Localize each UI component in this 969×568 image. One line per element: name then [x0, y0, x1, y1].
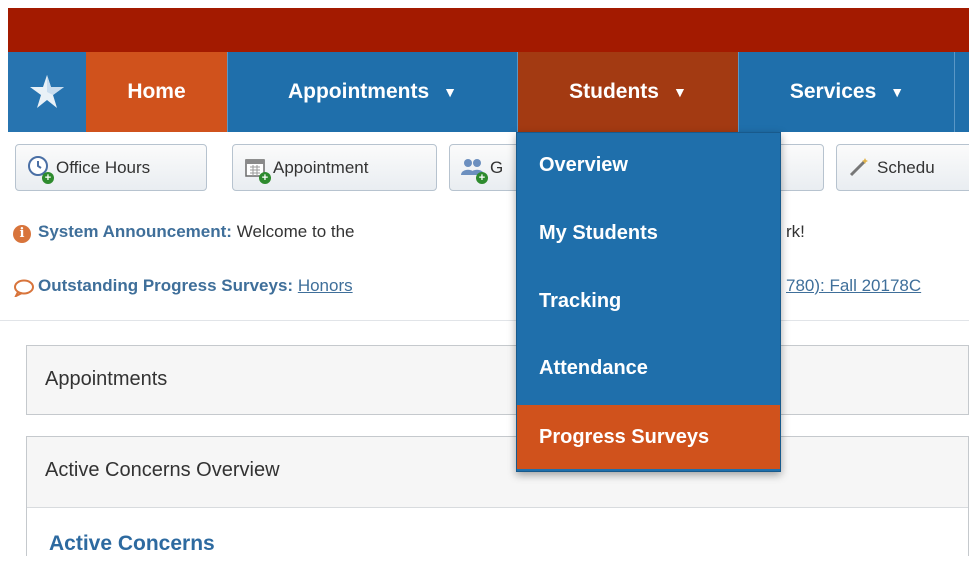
nav-home-label: Home: [127, 80, 186, 103]
info-icon: i: [13, 225, 31, 243]
group-icon: +: [460, 155, 488, 184]
menu-item-label: My Students: [539, 221, 658, 244]
logo[interactable]: [8, 52, 86, 132]
active-concerns-heading[interactable]: Active Concerns: [49, 532, 215, 556]
appointment-label: Appointment: [273, 157, 369, 177]
plus-icon: +: [476, 171, 488, 184]
menu-item-label: Progress Surveys: [539, 425, 710, 448]
outstanding-surveys: Outstanding Progress Surveys: Honors: [38, 276, 353, 296]
survey-link[interactable]: Honors: [298, 276, 353, 295]
chevron-down-icon: ▼: [672, 84, 687, 100]
surveys-label: Outstanding Progress Surveys:: [38, 276, 294, 295]
schedule-button[interactable]: Schedu: [836, 144, 969, 191]
announcement-text: Welcome to the: [236, 222, 355, 241]
nav-students[interactable]: Students ▼: [517, 52, 738, 132]
menu-item-overview[interactable]: Overview: [517, 133, 780, 197]
active-concerns-panel[interactable]: Active Concerns Overview Active Concerns: [26, 436, 969, 568]
calendar-icon: +: [243, 155, 271, 184]
chat-bubble-icon: [14, 279, 34, 297]
schedule-label: Schedu: [877, 157, 935, 177]
office-hours-label: Office Hours: [56, 157, 151, 177]
nav-home[interactable]: Home: [86, 52, 227, 132]
chevron-down-icon: ▼: [443, 84, 457, 100]
appointments-panel[interactable]: Appointments: [26, 345, 969, 415]
star-logo-icon: [30, 75, 64, 108]
menu-item-attendance[interactable]: Attendance: [517, 336, 780, 400]
active-concerns-panel-title: Active Concerns Overview: [45, 459, 280, 481]
nav-services[interactable]: Services ▼: [738, 52, 955, 132]
active-concerns-body: Active Concerns: [27, 507, 968, 568]
nav-appointments[interactable]: Appointments ▼: [227, 52, 517, 132]
chevron-down-icon: ▼: [890, 84, 905, 100]
nav-appointments-label: Appointments: [287, 80, 430, 103]
plus-icon: +: [259, 171, 271, 184]
survey-link-tail: 780): Fall 20178C: [786, 276, 921, 296]
system-announcement: System Announcement: Welcome to the: [38, 222, 355, 242]
divider: [0, 320, 969, 321]
announcement-label: System Announcement:: [38, 222, 232, 241]
menu-item-tracking[interactable]: Tracking: [517, 269, 780, 333]
menu-item-progress-surveys[interactable]: Progress Surveys: [517, 405, 780, 469]
appointments-panel-title: Appointments: [45, 368, 168, 390]
menu-item-label: Tracking: [539, 289, 622, 312]
nav-overflow-item[interactable]: [954, 52, 969, 132]
nav-services-label: Services: [789, 80, 877, 103]
main-navbar: Home Appointments ▼ Students ▼ Services …: [8, 52, 969, 132]
students-dropdown-menu: Overview My Students Tracking Attendance…: [516, 132, 781, 472]
menu-item-my-students[interactable]: My Students: [517, 201, 780, 265]
nav-students-label: Students: [569, 80, 659, 103]
survey-link[interactable]: 780): Fall 20178C: [786, 276, 921, 295]
menu-item-label: Attendance: [539, 356, 648, 379]
magic-wand-icon: [847, 155, 873, 181]
plus-icon: +: [42, 171, 54, 184]
office-hours-button[interactable]: + Office Hours: [15, 144, 207, 191]
group-label: G: [490, 157, 504, 177]
menu-item-label: Overview: [539, 153, 628, 176]
appointment-button[interactable]: + Appointment: [232, 144, 437, 191]
top-banner: [8, 8, 969, 52]
announcement-text-tail: rk!: [786, 222, 805, 241]
clock-icon: +: [26, 155, 54, 184]
